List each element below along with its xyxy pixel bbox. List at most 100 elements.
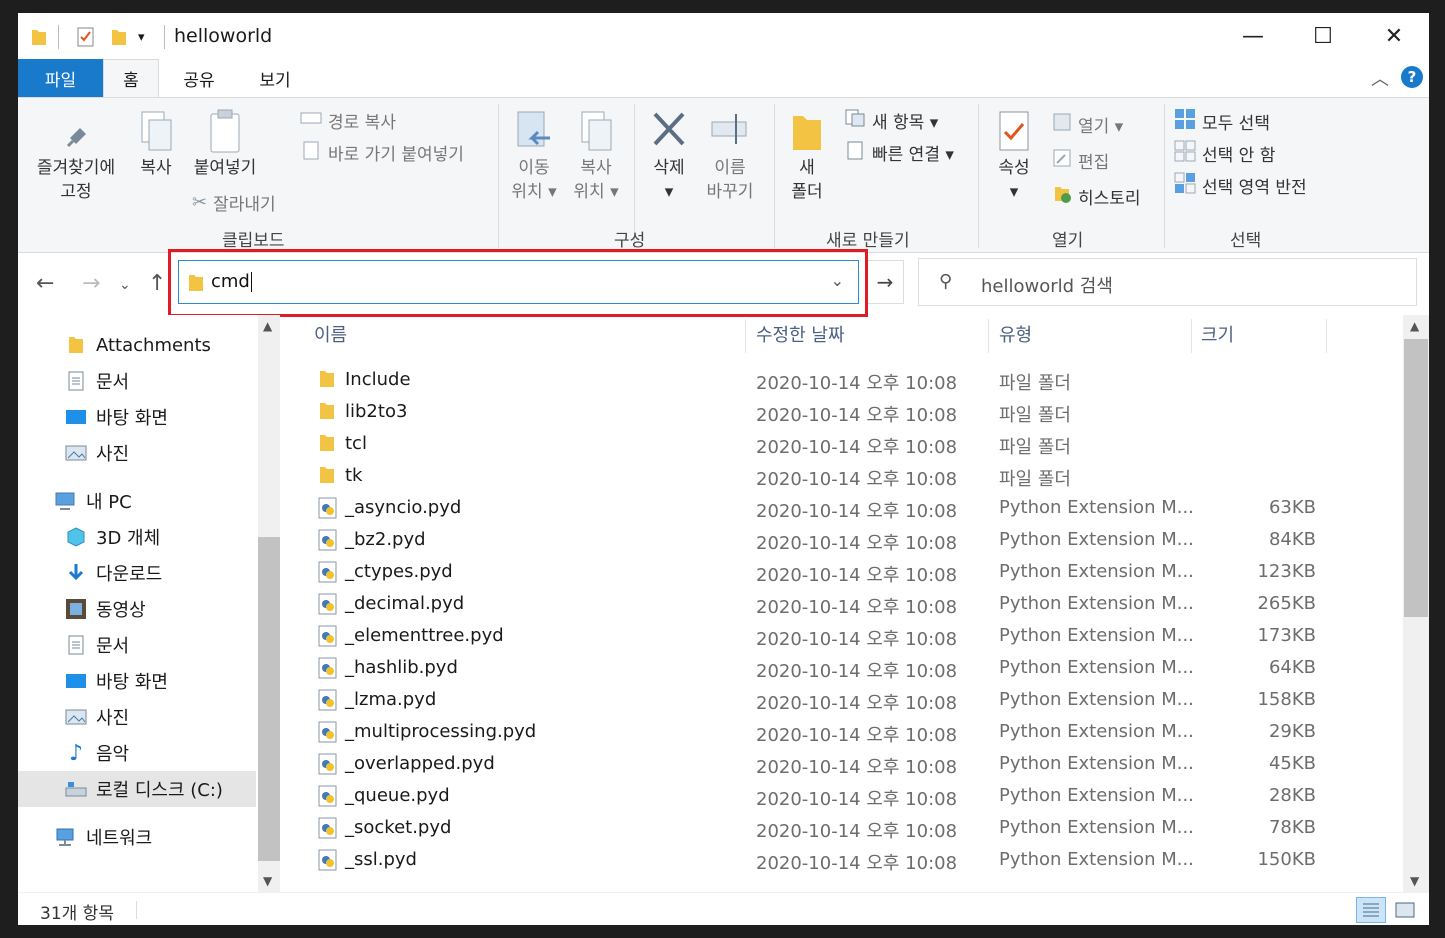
table-row[interactable]: _socket.pyd 2020-10-14 오후 10:08 Python Ext…: [288, 812, 1328, 844]
delete-button[interactable]: 삭제 ▾: [644, 108, 694, 204]
file-list-scroll-thumb[interactable]: [1404, 339, 1428, 617]
file-date: 2020-10-14 오후 10:08: [756, 501, 958, 522]
tab-share[interactable]: 공유: [168, 59, 230, 97]
tab-home[interactable]: 홈: [103, 59, 159, 97]
new-folder-quick-icon[interactable]: [110, 25, 128, 49]
table-row[interactable]: _hashlib.pyd 2020-10-14 오후 10:08 Python Ex…: [288, 652, 1328, 684]
table-row[interactable]: _multiprocessing.pyd 2020-10-14 오후 10:08 P…: [288, 716, 1328, 748]
nav-item-desktop-2[interactable]: 바탕 화면: [18, 663, 256, 699]
open-group-label: 열기: [1052, 231, 1084, 251]
list-scroll-up-icon[interactable]: ▲: [1410, 319, 1419, 333]
table-row[interactable]: _ssl.pyd 2020-10-14 오후 10:08 Python Extens…: [288, 844, 1328, 876]
address-input[interactable]: cmd: [211, 271, 252, 292]
close-button[interactable]: ✕: [1359, 13, 1429, 59]
file-size: 45KB: [1268, 753, 1316, 774]
nav-pane-scrollbar[interactable]: ▲ ▼: [258, 315, 280, 892]
details-view-icon[interactable]: [1356, 897, 1386, 923]
paste-button[interactable]: 붙여넣기: [186, 108, 264, 180]
table-row[interactable]: Include 2020-10-14 오후 10:08 파일 폴더: [288, 364, 1328, 396]
move-to-icon: [517, 111, 550, 147]
table-row[interactable]: _bz2.pyd 2020-10-14 오후 10:08 Python Extens…: [288, 524, 1328, 556]
list-scroll-down-icon[interactable]: ▼: [1410, 874, 1419, 888]
rename-button[interactable]: 이름 바꾸기: [700, 108, 760, 204]
nav-item-documents-2[interactable]: 문서: [18, 627, 256, 663]
nav-item-pictures[interactable]: 사진: [18, 435, 256, 471]
back-arrow-icon[interactable]: ←: [36, 271, 54, 296]
table-row[interactable]: _decimal.pyd 2020-10-14 오후 10:08 Python Ex…: [288, 588, 1328, 620]
table-row[interactable]: tk 2020-10-14 오후 10:08 파일 폴더: [288, 460, 1328, 492]
new-item-button[interactable]: 새 항목 ▾: [844, 108, 938, 133]
nav-item-local-disk[interactable]: 로컬 디스크 (C:): [18, 771, 256, 807]
collapse-ribbon-icon[interactable]: ︿: [1371, 65, 1389, 91]
pin-quick-access-button[interactable]: 즐겨찾기에 고정: [28, 116, 124, 204]
document-icon: [64, 634, 88, 656]
copy-button[interactable]: 복사: [130, 108, 182, 180]
search-box[interactable]: ⚲ helloworld 검색: [918, 258, 1417, 306]
maximize-button[interactable]: ☐: [1288, 13, 1358, 59]
column-header-name[interactable]: 이름: [314, 315, 744, 353]
properties-button[interactable]: 속성 ▾: [988, 108, 1040, 204]
document-icon: [64, 370, 88, 392]
file-list-scrollbar[interactable]: ▲ ▼: [1403, 315, 1429, 892]
select-none-button[interactable]: 선택 안 함: [1174, 140, 1275, 167]
address-bar[interactable]: cmd ⌄: [178, 260, 859, 304]
folder-icon: [318, 433, 338, 455]
minimize-button[interactable]: —: [1218, 13, 1288, 59]
nav-item-3d-objects[interactable]: 3D 개체: [18, 519, 256, 555]
table-row[interactable]: _asyncio.pyd 2020-10-14 오후 10:08 Python Ex…: [288, 492, 1328, 524]
table-row[interactable]: _elementtree.pyd 2020-10-14 오후 10:08 Pytho…: [288, 620, 1328, 652]
nav-item-this-pc[interactable]: 내 PC: [18, 483, 256, 519]
nav-item-music[interactable]: ♪ 음악: [18, 735, 256, 771]
table-row[interactable]: tcl 2020-10-14 오후 10:08 파일 폴더: [288, 428, 1328, 460]
open-button[interactable]: 열기 ▾: [1052, 112, 1123, 137]
nav-item-downloads[interactable]: 다운로드: [18, 555, 256, 591]
file-type: Python Extension M...: [999, 849, 1194, 870]
recent-locations-icon[interactable]: ⌄: [119, 277, 131, 293]
move-to-button[interactable]: 이동 위치 ▾: [506, 108, 562, 204]
forward-arrow-icon[interactable]: →: [82, 271, 100, 296]
up-arrow-icon[interactable]: ↑: [148, 271, 166, 296]
customize-dropdown-icon[interactable]: ▾: [138, 25, 145, 49]
invert-selection-button[interactable]: 선택 영역 반전: [1174, 172, 1307, 199]
new-folder-button[interactable]: 새 폴더: [782, 108, 832, 204]
column-header-date[interactable]: 수정한 날짜: [756, 315, 986, 353]
easy-access-button[interactable]: 빠른 연결 ▾: [844, 140, 954, 165]
file-date: 2020-10-14 오후 10:08: [756, 533, 958, 554]
cut-button[interactable]: ✂ 잘라내기: [192, 190, 276, 215]
column-header-size[interactable]: 크기: [1201, 315, 1321, 353]
file-date: 2020-10-14 오후 10:08: [756, 437, 958, 458]
nav-item-network[interactable]: 네트워크: [18, 819, 256, 855]
file-date: 2020-10-14 오후 10:08: [756, 821, 958, 842]
nav-item-videos[interactable]: 동영상: [18, 591, 256, 627]
python-file-icon: [318, 657, 338, 679]
column-header-type[interactable]: 유형: [999, 315, 1189, 353]
nav-item-desktop[interactable]: 바탕 화면: [18, 399, 256, 435]
tab-file[interactable]: 파일: [18, 59, 103, 97]
edit-button[interactable]: 편집: [1052, 148, 1109, 173]
scroll-down-icon[interactable]: ▼: [263, 874, 272, 888]
nav-item-pictures-2[interactable]: 사진: [18, 699, 256, 735]
copy-to-button[interactable]: 복사 위치 ▾: [568, 108, 624, 204]
pin-icon: [66, 128, 86, 148]
history-button[interactable]: 히스토리: [1052, 184, 1141, 209]
table-row[interactable]: _lzma.pyd 2020-10-14 오후 10:08 Python Exten…: [288, 684, 1328, 716]
file-list: 이름 수정한 날짜 유형 크기 Include 2020-10-14 오후 10:…: [288, 315, 1403, 892]
table-row[interactable]: lib2to3 2020-10-14 오후 10:08 파일 폴더: [288, 396, 1328, 428]
go-arrow-button[interactable]: →: [866, 260, 904, 304]
nav-item-documents[interactable]: 문서: [18, 363, 256, 399]
address-dropdown-icon[interactable]: ⌄: [831, 271, 844, 290]
paste-shortcut-button[interactable]: 바로 가기 붙여넣기: [300, 140, 464, 165]
table-row[interactable]: _queue.pyd 2020-10-14 오후 10:08 Python Exte…: [288, 780, 1328, 812]
help-icon[interactable]: ?: [1401, 66, 1423, 88]
scroll-up-icon[interactable]: ▲: [263, 319, 272, 333]
copy-path-button[interactable]: 경로 복사: [300, 108, 396, 133]
nav-pane-scroll-thumb[interactable]: [258, 537, 280, 861]
quick-access-folder-icon[interactable]: [30, 25, 48, 49]
large-icons-view-icon[interactable]: [1390, 897, 1420, 923]
tab-view[interactable]: 보기: [244, 59, 306, 97]
select-all-button[interactable]: 모두 선택: [1174, 108, 1270, 135]
table-row[interactable]: _overlapped.pyd 2020-10-14 오후 10:08 Python…: [288, 748, 1328, 780]
nav-item-attachments[interactable]: Attachments: [18, 327, 256, 363]
properties-icon[interactable]: [76, 25, 96, 49]
table-row[interactable]: _ctypes.pyd 2020-10-14 오후 10:08 Python Ext…: [288, 556, 1328, 588]
